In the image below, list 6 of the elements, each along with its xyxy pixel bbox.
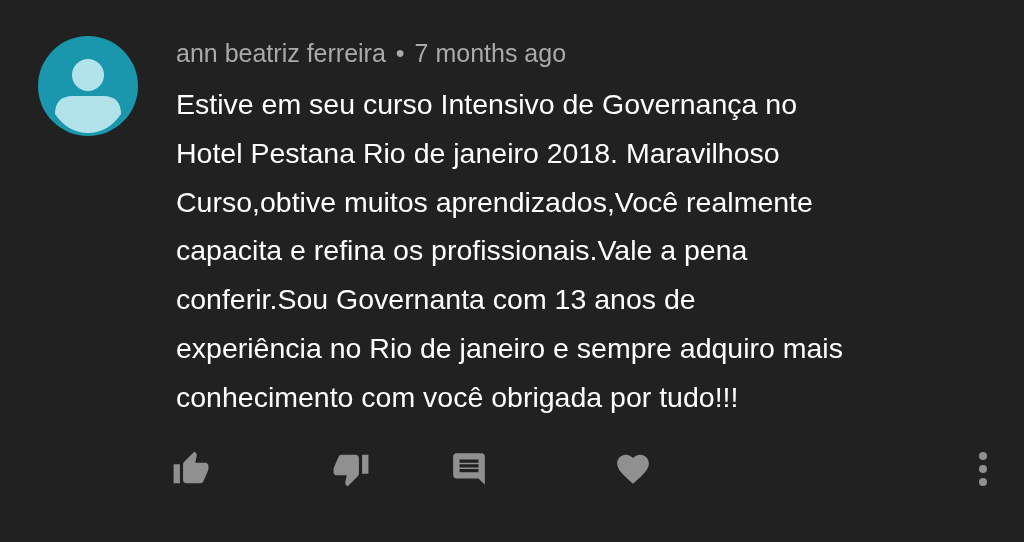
comment-text: Estive em seu curso Intensivo de Governança no Hotel Pestana Rio de janeiro 2018. Maravilhoso Curso,obtive muitos aprendizados,Você realmente capacita e refina os profissionais.Vale a pena conferir.Sou Governanta com 13 anos de experiência no Rio de janeiro e sempre adquiro mais conhecimento com você obrigada por tudo!!! xyxy=(176,87,844,415)
avatar-icon[interactable] xyxy=(38,36,138,136)
author-name[interactable]: ann beatriz ferreira xyxy=(176,38,386,68)
separator-dot: • xyxy=(395,38,405,68)
comment-time: 7 months ago xyxy=(414,38,567,68)
more-options-icon[interactable] xyxy=(976,449,990,488)
